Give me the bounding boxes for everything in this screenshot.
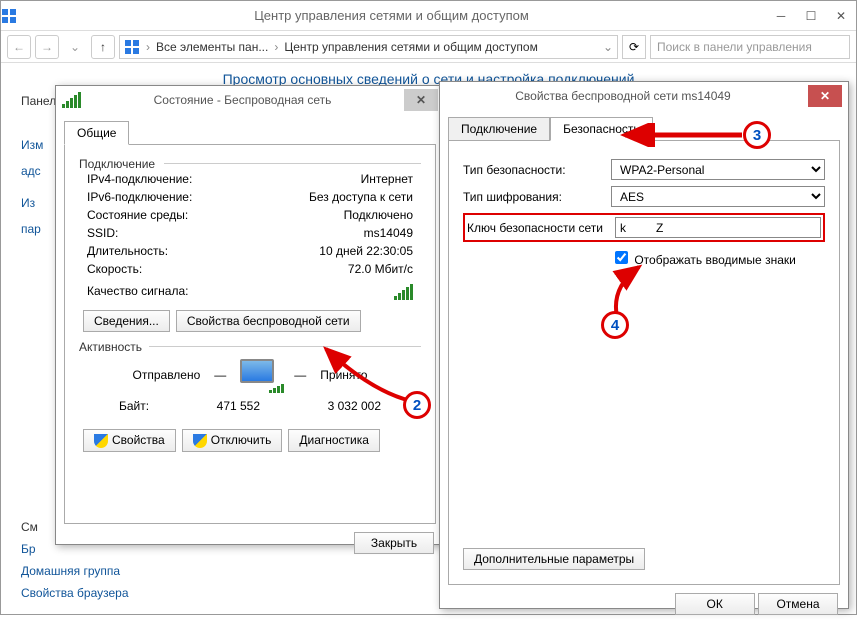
close-icon[interactable]: ✕ <box>808 85 842 107</box>
ssid-label: SSID: <box>87 226 118 240</box>
tab-connection[interactable]: Подключение <box>448 117 550 141</box>
breadcrumb-1[interactable]: Все элементы пан... <box>156 40 268 54</box>
encryption-select[interactable]: AES <box>611 186 825 207</box>
maximize-button[interactable]: ☐ <box>796 5 826 27</box>
back-button[interactable]: ← <box>7 35 31 59</box>
up-button[interactable]: ↑ <box>91 35 115 59</box>
ipv6-value: Без доступа к сети <box>309 190 413 204</box>
ok-button[interactable]: ОК <box>675 593 755 615</box>
address-bar[interactable]: › Все элементы пан... › Центр управления… <box>119 35 618 59</box>
annotation-2: 2 <box>403 391 431 419</box>
app-icon <box>1 8 17 24</box>
state-label: Состояние среды: <box>87 208 188 222</box>
navbar: ← → ⌄ ↑ › Все элементы пан... › Центр уп… <box>1 31 856 63</box>
minimize-button[interactable]: ─ <box>766 5 796 27</box>
close-button[interactable]: ✕ <box>826 5 856 27</box>
ipv6-label: IPv6-подключение: <box>87 190 192 204</box>
security-type-select[interactable]: WPA2-Personal <box>611 159 825 180</box>
main-titlebar: Центр управления сетями и общим доступом… <box>1 1 856 31</box>
signal-icon <box>394 284 413 300</box>
security-type-label: Тип безопасности: <box>463 163 603 177</box>
shield-icon <box>94 434 108 448</box>
address-icon <box>124 39 140 55</box>
chevron-right-icon: › <box>146 40 150 54</box>
sent-label: Отправлено <box>133 368 201 382</box>
refresh-button[interactable]: ⟳ <box>622 35 646 59</box>
ssid-value: ms14049 <box>364 226 413 240</box>
ipv4-value: Интернет <box>361 172 413 186</box>
close-button[interactable]: Закрыть <box>354 532 434 554</box>
main-title: Центр управления сетями и общим доступом <box>17 8 766 23</box>
duration-label: Длительность: <box>87 244 168 258</box>
security-key-row: Ключ безопасности сети <box>463 213 825 242</box>
annotation-4: 4 <box>601 311 629 339</box>
shield-icon <box>193 434 207 448</box>
status-dialog-title: Состояние - Беспроводная сеть <box>89 93 396 107</box>
bytes-label: Байт: <box>119 399 149 413</box>
duration-value: 10 дней 22:30:05 <box>319 244 413 258</box>
ipv4-label: IPv4-подключение: <box>87 172 192 186</box>
properties-dialog: Свойства беспроводной сети ms14049 ✕ Под… <box>439 81 849 609</box>
state-value: Подключено <box>344 208 413 222</box>
link-homegroup[interactable]: Домашняя группа <box>21 560 129 582</box>
properties-dialog-title: Свойства беспроводной сети ms14049 <box>446 89 800 103</box>
status-dialog: Состояние - Беспроводная сеть ✕ Общие По… <box>55 85 445 545</box>
breadcrumb-2[interactable]: Центр управления сетями и общим доступом <box>284 40 538 54</box>
signal-label: Качество сигнала: <box>87 284 188 300</box>
chevron-right-icon: › <box>274 40 278 54</box>
history-dropdown[interactable]: ⌄ <box>63 35 87 59</box>
chevron-down-icon[interactable]: ⌄ <box>603 40 613 54</box>
security-key-input[interactable] <box>615 217 821 238</box>
group-connection: Подключение <box>79 157 421 171</box>
annotation-arrow <box>617 123 747 147</box>
disconnect-button[interactable]: Отключить <box>182 429 283 452</box>
speed-label: Скорость: <box>87 262 142 276</box>
forward-button[interactable]: → <box>35 35 59 59</box>
speed-value: 72.0 Мбит/c <box>348 262 413 276</box>
wireless-properties-button[interactable]: Свойства беспроводной сети <box>176 310 361 332</box>
annotation-3: 3 <box>743 121 771 149</box>
diagnose-button[interactable]: Диагностика <box>288 429 380 452</box>
link-browser-props[interactable]: Свойства браузера <box>21 582 129 604</box>
search-input[interactable]: Поиск в панели управления <box>650 35 850 59</box>
cancel-button[interactable]: Отмена <box>758 593 838 615</box>
tab-general[interactable]: Общие <box>64 121 129 145</box>
details-button[interactable]: Сведения... <box>83 310 170 332</box>
signal-icon <box>62 92 81 108</box>
encryption-label: Тип шифрования: <box>463 190 603 204</box>
advanced-button[interactable]: Дополнительные параметры <box>463 548 645 570</box>
monitor-icon <box>240 359 280 391</box>
security-key-label: Ключ безопасности сети <box>467 221 607 235</box>
close-icon[interactable]: ✕ <box>404 89 438 111</box>
bytes-sent: 471 552 <box>217 399 260 413</box>
properties-button[interactable]: Свойства <box>83 429 176 452</box>
